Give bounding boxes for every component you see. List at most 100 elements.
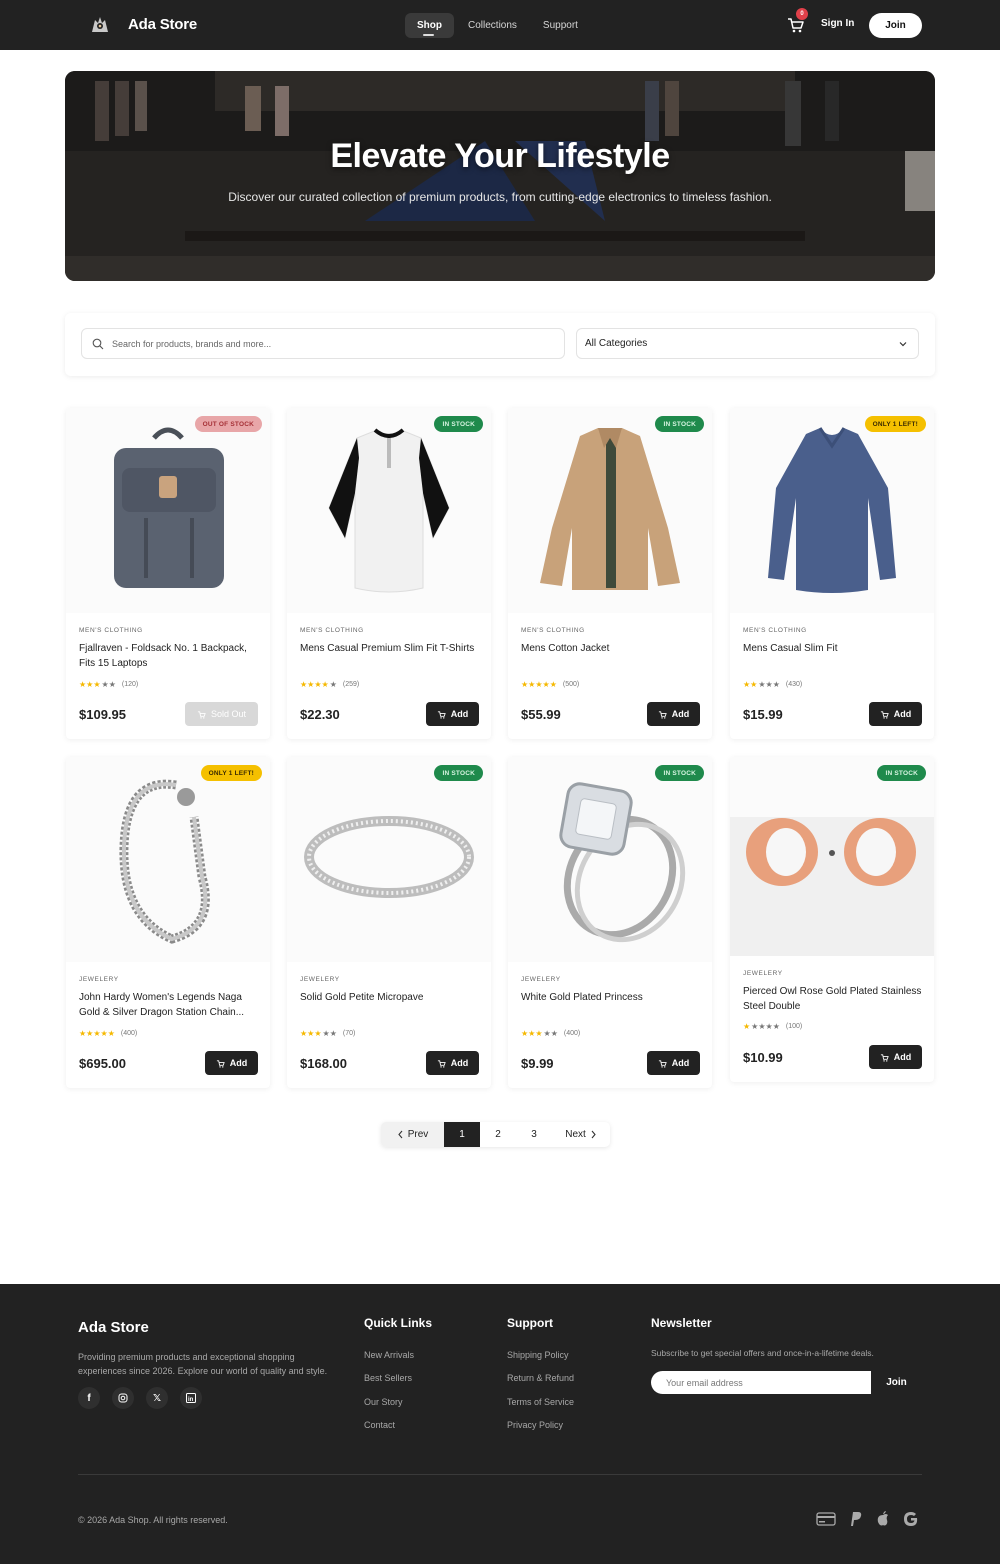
linkedin-icon[interactable]: in [180, 1387, 202, 1409]
prev-page-button[interactable]: Prev [381, 1122, 444, 1147]
rating-stars: ★★★ ★★ (120) [79, 680, 139, 689]
brand-name: Ada Store [128, 15, 198, 33]
add-to-cart-button[interactable]: Add [647, 702, 700, 726]
x-icon[interactable]: 𝕏 [146, 1387, 168, 1409]
add-to-cart-button[interactable]: Add [426, 702, 479, 726]
button-label: Add [450, 1058, 469, 1068]
product-card[interactable]: In stock Jewelery Solid Gold Petite Micr… [287, 757, 491, 1088]
stock-badge: Only 1 left! [200, 765, 262, 781]
sign-in-link[interactable]: Sign In [821, 18, 854, 29]
footer-description: Providing premium products and exception… [78, 1352, 328, 1376]
add-to-cart-button[interactable]: Add [647, 1051, 700, 1075]
button-label: Sold Out [210, 709, 247, 719]
product-card[interactable]: In stock Men's clothing Mens Casual Prem… [287, 408, 491, 739]
product-card[interactable]: Only 1 left! Men's clothing Mens Casual … [730, 408, 934, 739]
product-card[interactable]: In stock Jewelery Pierced Owl Rose Gold … [730, 757, 934, 1082]
add-to-cart-button[interactable]: Add [205, 1051, 258, 1075]
footer-link-privacy[interactable]: Privacy Policy [507, 1420, 563, 1430]
newsletter-join-button[interactable]: Join [871, 1371, 922, 1394]
chevron-right-icon [591, 1130, 596, 1139]
category-select[interactable]: All Categories [576, 328, 919, 359]
footer-link-terms[interactable]: Terms of Service [507, 1397, 574, 1407]
product-image-area[interactable]: Only 1 left! [66, 757, 270, 962]
product-name[interactable]: John Hardy Women's Legends Naga Gold & S… [79, 990, 259, 1020]
search-placeholder: Search for products, brands and more... [112, 338, 272, 349]
product-category: Jewelery [743, 970, 783, 977]
instagram-icon[interactable] [112, 1387, 134, 1409]
email-placeholder: Your email address [666, 1377, 743, 1388]
rating-stars: ★★★★★ (400) [521, 1029, 581, 1038]
product-name[interactable]: Mens Casual Slim Fit [743, 641, 923, 656]
nav-link-shop[interactable]: Shop [405, 13, 454, 38]
newsletter-email-input[interactable]: Your email address [651, 1371, 871, 1394]
product-name[interactable]: Fjallraven - Foldsack No. 1 Backpack, Fi… [79, 641, 259, 671]
rating-stars: ★★★★★ (500) [521, 680, 580, 689]
product-image-area[interactable]: In stock [508, 757, 712, 962]
page-button-1[interactable]: 1 [444, 1122, 480, 1147]
apple-icon [877, 1511, 888, 1526]
footer-link-our-story[interactable]: Our Story [364, 1397, 403, 1407]
product-name[interactable]: Mens Casual Premium Slim Fit T-Shirts [300, 641, 480, 656]
hero-title: Elevate Your Lifestyle [330, 137, 670, 175]
ring-image [304, 816, 474, 898]
product-image-area[interactable]: In stock [287, 408, 491, 613]
product-image-area[interactable]: Out of stock [66, 408, 270, 613]
footer-link-contact[interactable]: Contact [364, 1420, 395, 1430]
product-image-area[interactable]: In stock [287, 757, 491, 962]
button-label: Add [893, 1052, 912, 1062]
diamond-ring-image [559, 782, 686, 943]
product-price: $9.99 [521, 1056, 554, 1071]
product-price: $695.00 [79, 1056, 126, 1071]
stock-badge: In stock [434, 416, 483, 432]
product-card[interactable]: Out of stock Men's clothing Fjallraven -… [66, 408, 270, 739]
button-label: Add [893, 709, 912, 719]
footer-link-new-arrivals[interactable]: New Arrivals [364, 1350, 414, 1360]
review-count: (259) [342, 681, 360, 688]
product-category: Men's clothing [300, 627, 364, 634]
nav-link-support[interactable]: Support [531, 13, 590, 38]
facebook-icon[interactable]: f [78, 1387, 100, 1409]
add-to-cart-button[interactable]: Add [869, 1045, 922, 1069]
next-page-button[interactable]: Next [552, 1122, 610, 1147]
search-input[interactable]: Search for products, brands and more... [81, 328, 565, 359]
button-label: Add [671, 709, 690, 719]
brand-logo-icon [92, 17, 108, 32]
next-label: Next [565, 1129, 586, 1140]
product-card[interactable]: Only 1 left! Jewelery John Hardy Women's… [66, 757, 270, 1088]
search-icon [92, 338, 104, 349]
review-count: (400) [563, 1030, 581, 1037]
add-to-cart-button[interactable]: Add [869, 702, 922, 726]
google-icon [904, 1512, 918, 1526]
add-to-cart-button[interactable]: Add [426, 1051, 479, 1075]
page-button-3[interactable]: 3 [516, 1122, 552, 1147]
join-button[interactable]: Join [869, 13, 922, 38]
sold-out-button: Sold Out [185, 702, 258, 726]
product-image-area[interactable]: In stock [508, 408, 712, 613]
product-image-area[interactable]: Only 1 left! [730, 408, 934, 613]
footer-link-shipping[interactable]: Shipping Policy [507, 1350, 569, 1360]
brand[interactable]: Ada Store [88, 12, 197, 36]
product-name[interactable]: White Gold Plated Princess [521, 990, 701, 1005]
stock-badge: Only 1 left! [864, 416, 926, 432]
search-panel: Search for products, brands and more... … [65, 313, 935, 376]
product-name[interactable]: Mens Cotton Jacket [521, 641, 701, 656]
product-card[interactable]: In stock Men's clothing Mens Cotton Jack… [508, 408, 712, 739]
product-name[interactable]: Pierced Owl Rose Gold Plated Stainless S… [743, 984, 923, 1014]
product-price: $55.99 [521, 707, 561, 722]
stock-badge: In stock [877, 765, 926, 781]
cart-count-badge: 0 [796, 8, 808, 20]
page-button-2[interactable]: 2 [480, 1122, 516, 1147]
tshirt-image [328, 428, 450, 593]
product-price: $109.95 [79, 707, 126, 722]
nav-link-collections[interactable]: Collections [456, 13, 529, 38]
footer-link-returns[interactable]: Return & Refund [507, 1373, 574, 1383]
stock-badge: Out of stock [194, 416, 262, 432]
footer-link-best-sellers[interactable]: Best Sellers [364, 1373, 412, 1383]
product-image-area[interactable]: In stock [730, 757, 934, 956]
product-category: Jewelery [521, 976, 561, 983]
cart-icon [437, 710, 446, 719]
product-card[interactable]: In stock Jewelery White Gold Plated Prin… [508, 757, 712, 1088]
product-name[interactable]: Solid Gold Petite Micropave [300, 990, 480, 1005]
jacket-image [540, 428, 680, 590]
hero-store-image [65, 71, 935, 281]
